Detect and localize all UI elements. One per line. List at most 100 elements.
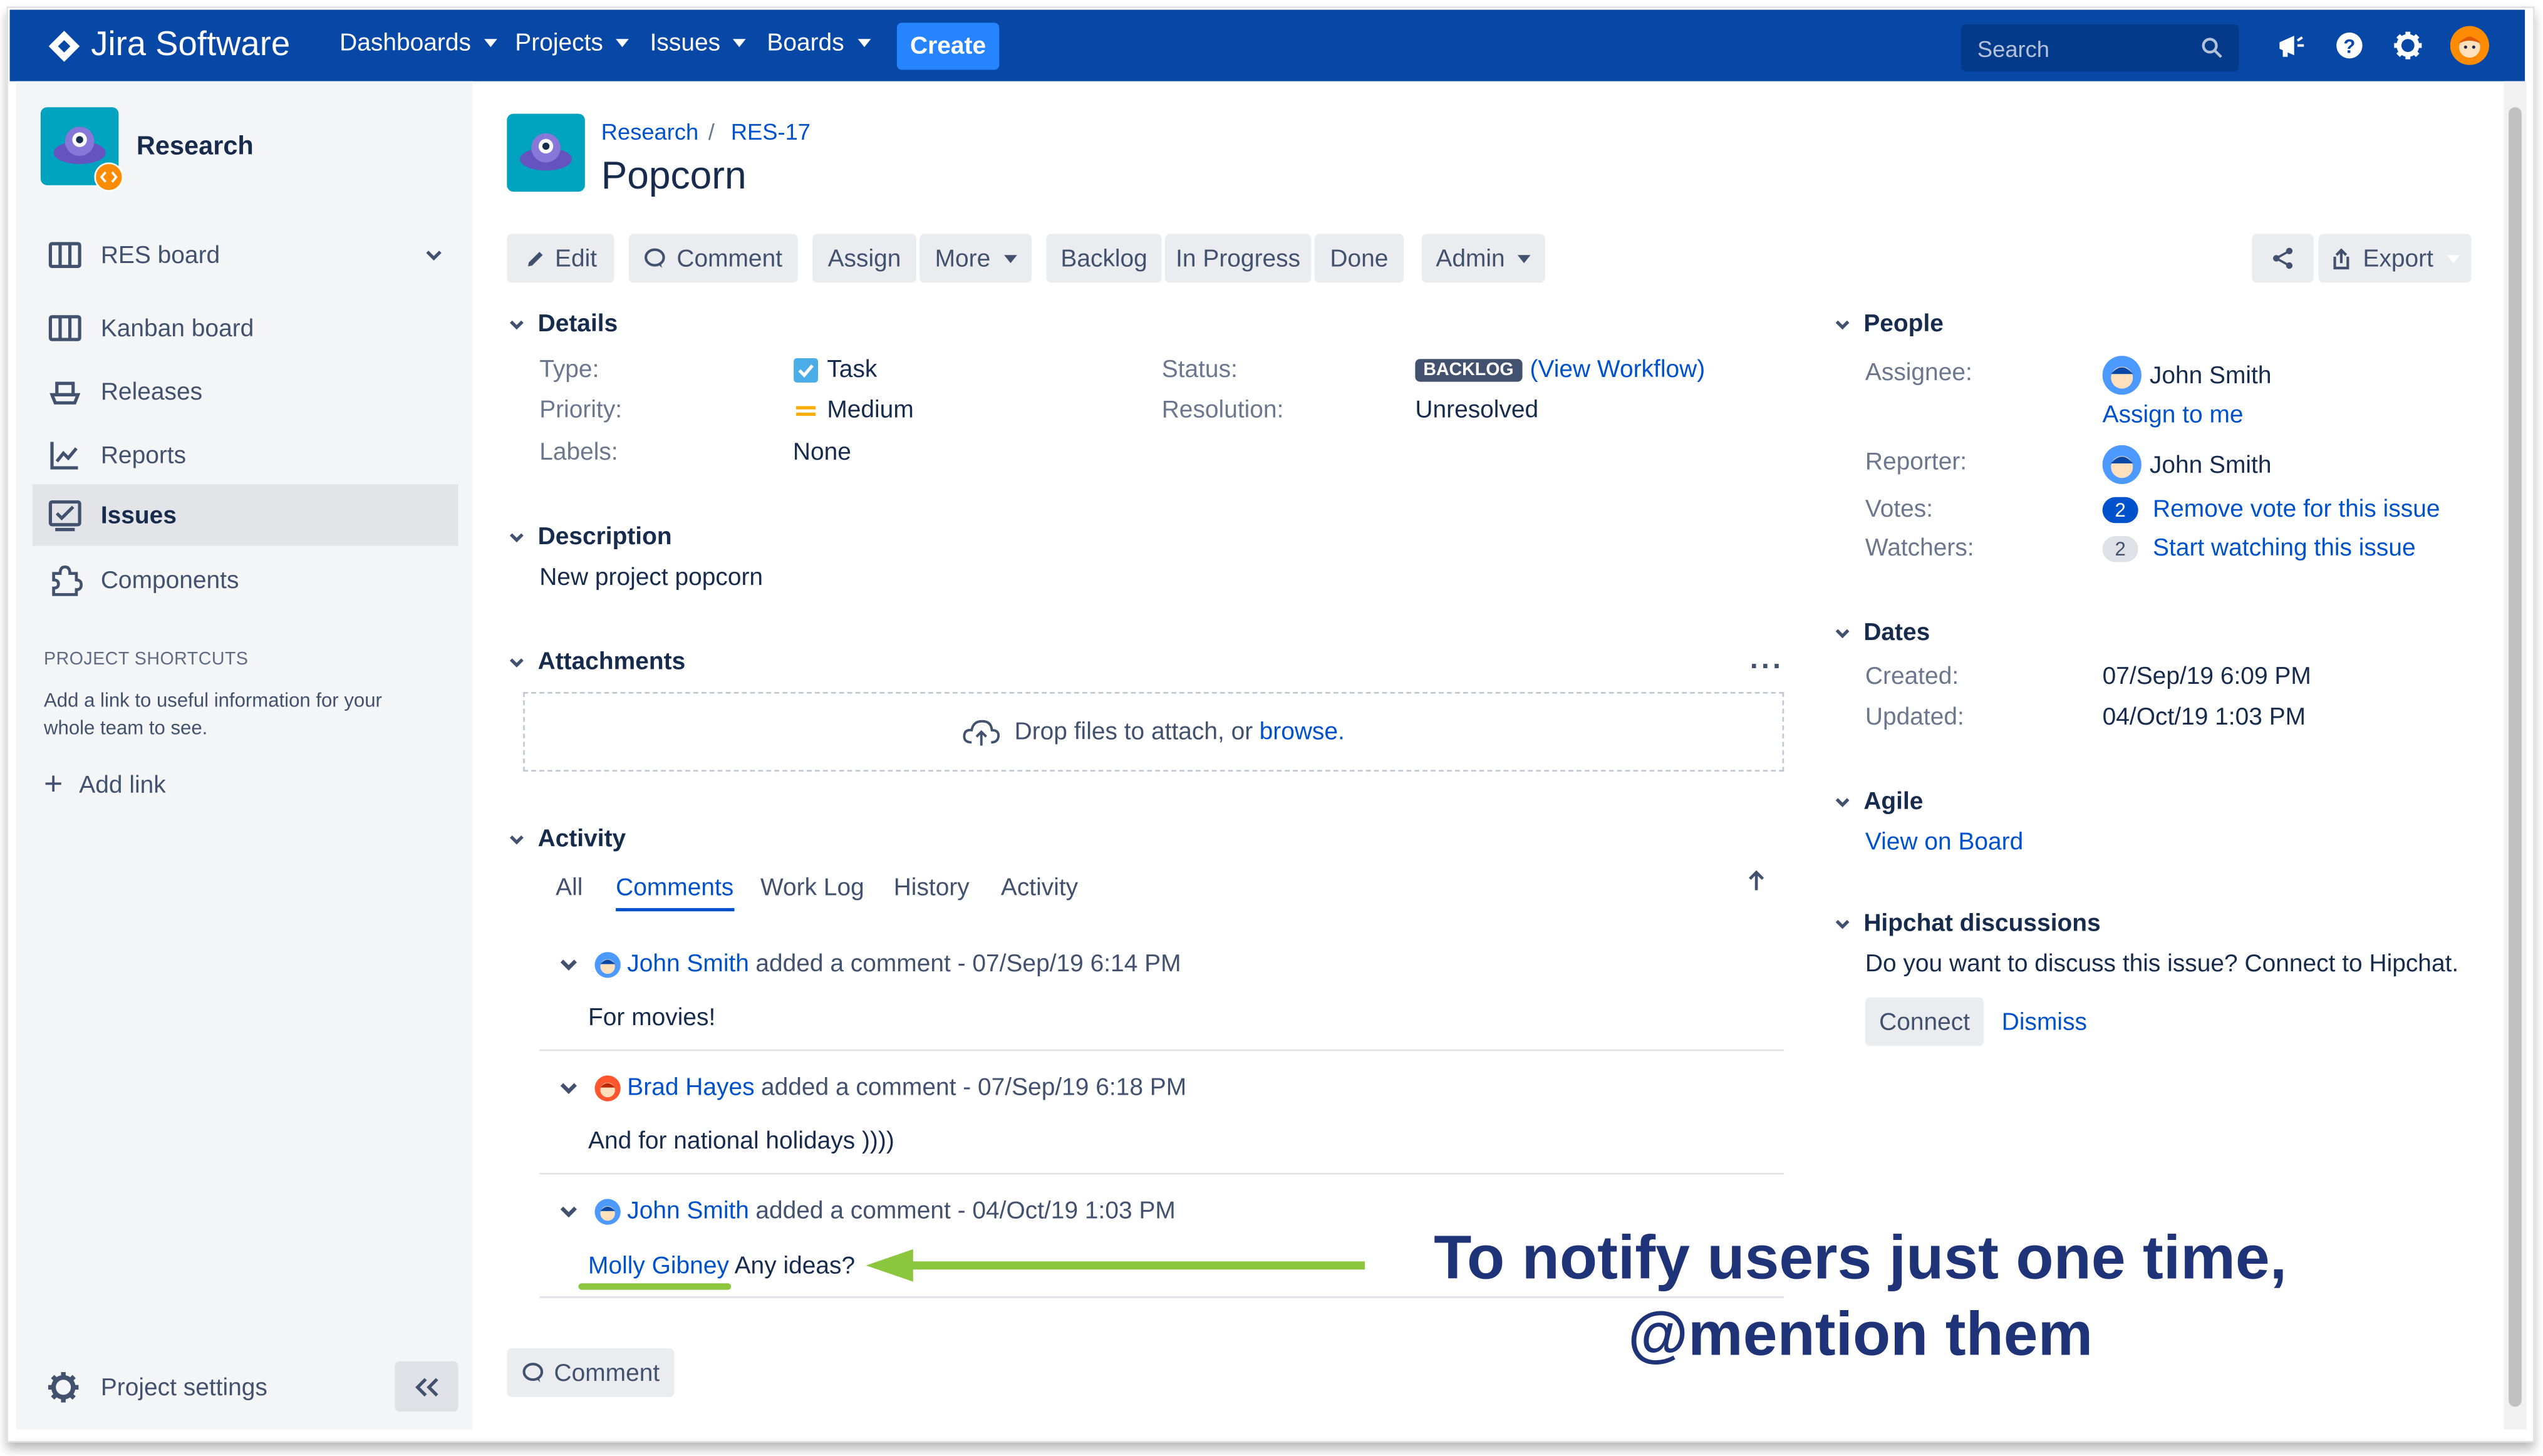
speech-bubble-icon: [522, 1363, 544, 1383]
chevron-down-icon[interactable]: [559, 1078, 578, 1097]
comment-author-link[interactable]: Brad Hayes: [627, 1074, 754, 1102]
add-link-button[interactable]: + Add link: [44, 768, 166, 801]
avatar[interactable]: [594, 951, 621, 978]
breadcrumb-issue-key[interactable]: RES-17: [731, 118, 811, 145]
view-workflow-link[interactable]: (View Workflow): [1530, 356, 1706, 383]
chevron-down-icon[interactable]: [559, 1201, 578, 1221]
type-value[interactable]: Task: [793, 356, 877, 383]
sidebar-item-releases[interactable]: Releases: [33, 361, 458, 423]
connect-button[interactable]: Connect: [1865, 997, 1984, 1046]
chevron-down-icon: [857, 39, 871, 48]
project-avatar[interactable]: [507, 113, 585, 192]
assignee-value[interactable]: John Smith: [2102, 356, 2272, 395]
page-scrollbar[interactable]: [2504, 81, 2527, 1430]
done-button[interactable]: Done: [1314, 234, 1404, 283]
nav-dashboards[interactable]: Dashboards: [339, 29, 497, 57]
people-section-toggle[interactable]: People: [1835, 310, 1944, 338]
project-avatar[interactable]: [40, 107, 124, 192]
edit-button[interactable]: Edit: [507, 234, 614, 283]
ship-icon: [49, 381, 81, 405]
nav-issues[interactable]: Issues: [650, 29, 747, 57]
breadcrumb-project[interactable]: Research: [601, 118, 698, 145]
add-comment-button[interactable]: Comment: [507, 1348, 675, 1397]
create-button[interactable]: Create: [896, 23, 1000, 70]
export-button[interactable]: Export: [2318, 234, 2472, 283]
hipchat-section-toggle[interactable]: Hipchat discussions: [1835, 910, 2101, 937]
type-label: Type:: [539, 356, 599, 384]
status-value: BACKLOG (View Workflow): [1415, 356, 1705, 383]
share-icon: [2273, 247, 2293, 269]
agile-section-toggle[interactable]: Agile: [1835, 788, 1923, 815]
tab-all[interactable]: All: [556, 874, 583, 902]
attachment-dropzone[interactable]: Drop files to attach, or browse.: [523, 692, 1784, 772]
activity-section-toggle[interactable]: Activity: [509, 825, 626, 853]
in-progress-button[interactable]: In Progress: [1164, 234, 1312, 283]
board-switcher[interactable]: RES board: [33, 224, 458, 286]
nav-boards[interactable]: Boards: [767, 29, 871, 57]
more-options-icon[interactable]: ···: [1750, 650, 1784, 684]
issue-title[interactable]: Popcorn: [601, 154, 747, 200]
comment-author-link[interactable]: John Smith: [627, 1197, 749, 1225]
more-button[interactable]: More: [919, 234, 1032, 283]
avatar: [2102, 445, 2142, 485]
annotation-arrow: [578, 1249, 1365, 1290]
description-text[interactable]: New project popcorn: [539, 564, 763, 591]
tab-history[interactable]: History: [894, 874, 970, 902]
tab-activity[interactable]: Activity: [1001, 874, 1078, 902]
comment-button[interactable]: Comment: [628, 234, 798, 283]
details-section-toggle[interactable]: Details: [509, 310, 618, 338]
sidebar-item-kanban-board[interactable]: Kanban board: [33, 297, 458, 359]
reporter-value[interactable]: John Smith: [2102, 445, 2272, 485]
chevron-down-icon: [509, 658, 524, 667]
nav-projects[interactable]: Projects: [515, 29, 629, 57]
browse-link[interactable]: browse.: [1260, 718, 1345, 746]
view-on-board-link[interactable]: View on Board: [1865, 829, 2023, 856]
issues-icon: [48, 500, 81, 532]
sort-order-icon[interactable]: [1747, 867, 1766, 894]
remove-vote-link[interactable]: Remove vote for this issue: [2153, 495, 2440, 523]
speech-bubble-icon: [645, 248, 666, 269]
megaphone-icon[interactable]: [2275, 29, 2307, 62]
comment-body: And for national holidays )))): [588, 1127, 894, 1155]
assign-button[interactable]: Assign: [812, 234, 917, 283]
labels-value[interactable]: None: [793, 438, 851, 466]
share-button[interactable]: [2252, 234, 2314, 283]
dates-section-toggle[interactable]: Dates: [1835, 619, 1930, 646]
sidebar-item-reports[interactable]: Reports: [33, 424, 458, 486]
help-icon[interactable]: ?: [2333, 29, 2366, 62]
avatar[interactable]: [594, 1198, 621, 1224]
tab-comments[interactable]: Comments: [616, 874, 734, 912]
sidebar-item-components[interactable]: Components: [33, 549, 458, 611]
attachments-section-toggle[interactable]: Attachments: [509, 648, 685, 676]
admin-button[interactable]: Admin: [1421, 234, 1545, 283]
chart-icon: [50, 441, 78, 470]
user-avatar[interactable]: [2450, 26, 2490, 65]
chevron-down-icon[interactable]: [559, 954, 578, 974]
search-icon: [2202, 38, 2222, 58]
priority-value[interactable]: Medium: [793, 396, 914, 424]
chevron-down-icon: [1835, 628, 1850, 638]
project-shortcuts-text: Add a link to useful information for you…: [44, 688, 382, 740]
tab-work-log[interactable]: Work Log: [760, 874, 864, 902]
status-label: Status:: [1161, 356, 1238, 384]
comment-author-link[interactable]: John Smith: [627, 950, 749, 978]
scrollbar-thumb[interactable]: [2509, 107, 2522, 1407]
chevron-down-icon: [509, 834, 524, 844]
jira-logo[interactable]: Jira Software: [47, 24, 290, 66]
avatar[interactable]: [594, 1074, 621, 1101]
backlog-button[interactable]: Backlog: [1046, 234, 1162, 283]
status-badge[interactable]: BACKLOG: [1415, 358, 1522, 381]
project-name: Research: [136, 133, 254, 161]
gear-icon[interactable]: [2391, 29, 2424, 62]
project-settings-link[interactable]: Project settings: [46, 1370, 267, 1405]
reporter-label: Reporter:: [1865, 448, 1967, 477]
description-section-toggle[interactable]: Description: [509, 523, 672, 550]
assign-to-me-link[interactable]: Assign to me: [2103, 401, 2244, 429]
votes-label: Votes:: [1865, 495, 1934, 524]
search-input[interactable]: Search: [1960, 24, 2239, 72]
start-watching-link[interactable]: Start watching this issue: [2153, 534, 2416, 562]
collapse-sidebar-button[interactable]: [395, 1361, 458, 1412]
sidebar-item-issues[interactable]: Issues: [32, 484, 458, 546]
dismiss-link[interactable]: Dismiss: [2002, 1009, 2087, 1036]
comment-meta: added a comment - 07/Sep/19 6:14 PM: [755, 950, 1181, 978]
